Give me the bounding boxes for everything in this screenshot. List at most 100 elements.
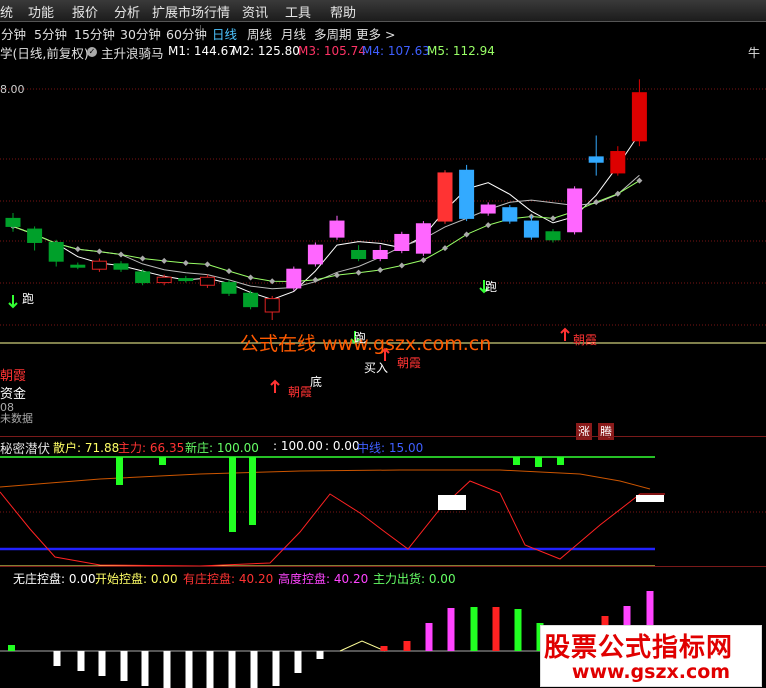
ma-label-m4: M4: 107.63	[362, 44, 430, 58]
left-zijin-label: 资金	[0, 387, 27, 402]
menu-item[interactable]: 功能	[28, 2, 54, 21]
left-nodata-label: 未数据	[0, 412, 33, 425]
menu-item[interactable]: 扩展市场行情	[152, 2, 230, 21]
candle-body	[27, 228, 43, 243]
diamond-marker	[442, 245, 448, 252]
candle-body	[480, 204, 496, 214]
candle-body	[372, 249, 388, 260]
diamond-marker	[420, 257, 427, 264]
sub1-label-zhuli: 主力: 66.35	[118, 441, 185, 455]
sub2-control-bar	[380, 646, 388, 651]
sub1-label-value1: : 100.00	[273, 439, 323, 453]
menu-item[interactable]: 分析	[114, 2, 140, 21]
sub1-canvas[interactable]	[0, 437, 766, 567]
diamond-marker	[161, 257, 168, 264]
main-chart-canvas[interactable]	[0, 41, 766, 439]
sub2-label-youzhuang: 有庄控盘: 40.20	[183, 572, 274, 586]
right-corner-label: 牛	[748, 46, 761, 60]
candle-body	[502, 207, 518, 222]
diamond-marker	[96, 248, 103, 255]
signal-zhaoxia-low: 朝霞	[288, 385, 313, 399]
candle-body	[394, 233, 410, 251]
candle-body	[156, 276, 172, 284]
diamond-marker	[593, 199, 600, 206]
watermark-url: www.gszx.com	[571, 661, 731, 683]
ma-line	[12, 180, 640, 283]
candle-body	[70, 264, 86, 268]
sub2-white-bar	[53, 651, 61, 666]
diamond-marker	[118, 251, 124, 258]
candle-body	[135, 271, 151, 284]
diamond-marker	[636, 177, 643, 184]
sub1-green-bar	[513, 457, 520, 465]
diamond-marker	[485, 222, 492, 229]
candle-body	[459, 169, 475, 219]
candle-body	[243, 292, 259, 308]
diamond-marker	[226, 268, 232, 275]
sub2-white-bar	[120, 651, 128, 681]
sub2-label-gaodu: 高度控盘: 40.20	[278, 572, 369, 586]
candle-body	[588, 156, 604, 163]
candle-body	[415, 223, 431, 254]
sub1-green-bar	[116, 457, 123, 485]
candle-body	[178, 278, 194, 282]
sub-chart-secret[interactable]: 秘密潜伏 散户: 71.88 主力: 66.35 新庄: 100.00 : 10…	[0, 437, 766, 567]
sub1-green-bar	[229, 457, 236, 532]
candle-body	[5, 217, 21, 227]
candle-body	[91, 260, 107, 270]
candle-body	[631, 92, 647, 142]
indicator-name: 主升浪骑马	[101, 46, 164, 61]
ma-line	[12, 174, 640, 290]
menu-item[interactable]: 报价	[72, 2, 98, 21]
diamond-marker	[398, 262, 405, 269]
sub2-white-bar	[141, 651, 149, 686]
ma-label-m2: M2: 125.80	[232, 44, 300, 58]
candle-body	[329, 220, 345, 238]
sub1-green-bar	[159, 457, 166, 465]
sub2-white-bar	[185, 651, 193, 688]
ma-label-m1: M1: 144.67	[168, 44, 236, 58]
main-chart-panel[interactable]: 学(日线,前复权) ✓ 主升浪骑马 M1: 144.67 M2: 125.80 …	[0, 41, 766, 440]
signal-pao-mid: 跑	[354, 331, 367, 345]
indicator-dropdown-icon[interactable]: ✓	[87, 44, 97, 58]
candle-body	[351, 249, 367, 260]
diamond-marker	[614, 190, 621, 197]
diamond-marker	[247, 274, 254, 281]
diamond-marker	[74, 246, 81, 253]
sub1-white-block	[438, 495, 466, 510]
sub2-white-bar	[316, 651, 324, 659]
signal-zhaoxia-right: 朝霞	[573, 333, 598, 347]
candle-body	[307, 244, 323, 265]
sub2-white-bar	[77, 651, 85, 671]
sub1-label-sanhu: 散户: 71.88	[53, 441, 120, 455]
sub2-green-bar	[8, 645, 15, 651]
site-watermark: 股票公式指标网 www.gszx.com	[540, 625, 762, 687]
sub2-control-bar	[447, 608, 455, 651]
signal-zhaoxia-mid: 朝霞	[397, 356, 422, 370]
sub2-label-kaishi: 开始控盘: 0.00	[95, 572, 178, 586]
menu-item[interactable]: 工具	[285, 2, 311, 21]
sub1-title: 秘密潜伏	[0, 441, 51, 456]
candle-body	[545, 231, 561, 241]
diamond-marker	[355, 269, 362, 276]
sub1-sanhu-line	[0, 469, 651, 490]
sub1-white-block	[636, 495, 664, 502]
menu-item[interactable]: 帮助	[330, 2, 356, 21]
sub2-label-wuzhuang: 无庄控盘: 0.00	[13, 572, 96, 586]
menu-bar: 统功能 报价 分析 扩展市场行情 资讯 工具 帮助	[0, 0, 766, 22]
candle-body	[286, 268, 302, 289]
sub2-white-bar	[228, 651, 236, 688]
sub2-white-bar	[294, 651, 302, 673]
sub1-label-zhongxian: 中线: 15.00	[357, 441, 424, 455]
sub1-green-bar	[535, 457, 542, 467]
menu-item[interactable]: 资讯	[242, 2, 268, 21]
sub1-green-bar	[557, 457, 564, 465]
signal-arrow-up	[560, 327, 570, 341]
menu-item[interactable]: 统	[0, 2, 13, 21]
candle-body	[264, 298, 280, 313]
sub2-control-bar	[425, 623, 433, 651]
candle-body	[567, 188, 583, 233]
ma-label-m5: M5: 112.94	[427, 44, 495, 58]
period-bar: 分钟 5分钟 15分钟 30分钟 60分钟 日线 周线 月线 多周期 更多 >	[0, 22, 766, 42]
candle-body	[48, 241, 64, 262]
